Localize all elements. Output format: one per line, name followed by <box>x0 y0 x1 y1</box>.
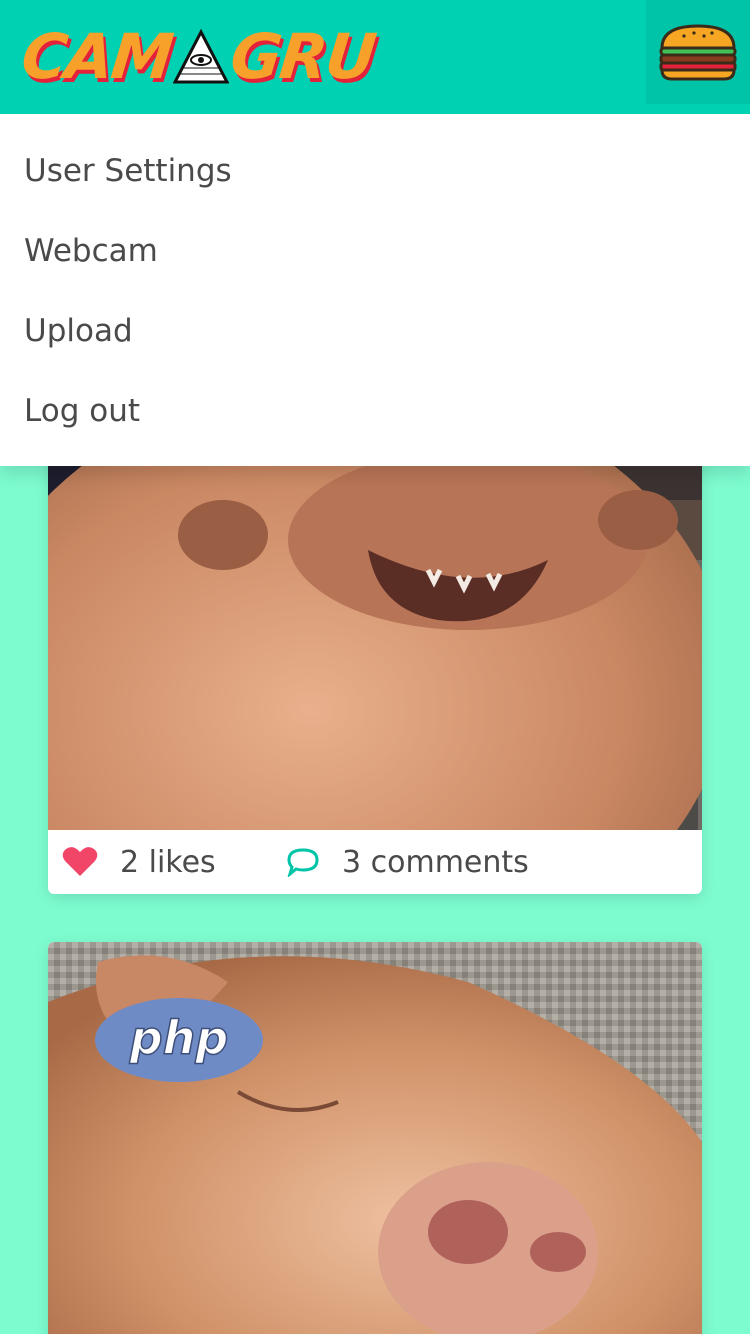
post-footer: 2 likes 3 comments <box>48 830 702 894</box>
comments-button[interactable]: 3 comments <box>286 830 529 894</box>
post-card: php <box>48 942 702 1334</box>
menu-item-webcam[interactable]: Webcam <box>24 221 158 281</box>
logo-text-left: CAM <box>18 20 176 93</box>
heart-icon <box>62 847 98 876</box>
menu-item-upload[interactable]: Upload <box>24 301 133 361</box>
hamburger-burger-icon <box>659 24 737 81</box>
likes-count: 2 likes <box>120 844 216 880</box>
navbar-menu: User Settings Webcam Upload Log out <box>0 114 750 466</box>
illuminati-eye-icon <box>173 28 230 84</box>
menu-toggle-button[interactable] <box>646 0 750 104</box>
menu-item-log-out[interactable]: Log out <box>24 381 140 441</box>
dog-photo-with-php-sticker-icon[interactable]: php <box>48 942 702 1334</box>
php-sticker-text: php <box>129 1011 229 1065</box>
menu-item-user-settings[interactable]: User Settings <box>24 141 232 201</box>
likes-button[interactable]: 2 likes <box>62 830 216 894</box>
logo-text-right: GRU <box>227 20 379 93</box>
comments-count: 3 comments <box>342 844 529 880</box>
navbar: CAM GRU <box>0 0 750 114</box>
camagru-logo[interactable]: CAM GRU <box>18 18 442 96</box>
comment-bubble-icon <box>287 848 319 877</box>
